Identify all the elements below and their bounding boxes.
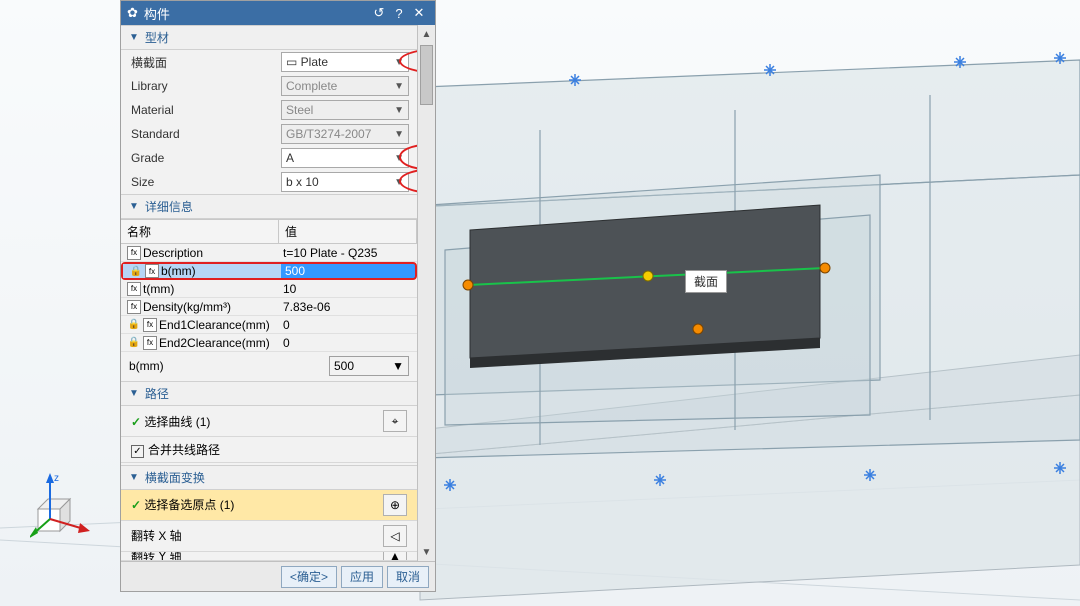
combo-standard: GB/T3274-2007▼ (281, 124, 409, 144)
footer-value-combo[interactable]: 500▼ (329, 356, 409, 376)
combo-library: Complete▼ (281, 76, 409, 96)
merge-collinear-row[interactable]: ✓合并共线路径 (121, 437, 417, 463)
combo-material: Steel▼ (281, 100, 409, 120)
chevron-down-icon: ▼ (129, 201, 139, 212)
svg-text:z: z (54, 473, 59, 484)
section-xform-header[interactable]: ▼ 横截面变换 (121, 465, 417, 490)
panel-scrollbar[interactable]: ▲ ▼ (417, 25, 435, 561)
panel-titlebar[interactable]: ✿ 构件 ↺ ? ✕ (121, 1, 435, 25)
label-material: Material (131, 103, 281, 117)
ok-button[interactable]: < 确定 > (281, 566, 337, 588)
table-row-selected[interactable]: 🔒fxb(mm) (121, 262, 417, 280)
apply-button[interactable]: 应用 (341, 566, 383, 588)
axis-triad[interactable]: z (30, 471, 100, 541)
chevron-down-icon: ▼ (129, 32, 139, 43)
grid-header-name: 名称 (121, 220, 279, 243)
select-origin-row[interactable]: ✓ 选择备选原点 (1) ⊕ (121, 490, 417, 521)
calc-icon: fx (143, 336, 157, 350)
combo-grade[interactable]: A▼ (281, 148, 409, 168)
b-input[interactable] (285, 264, 410, 278)
check-icon: ✓ (131, 498, 141, 512)
calc-icon: fx (145, 264, 159, 278)
sketch-icon[interactable]: ⌖ (383, 410, 407, 432)
label-library: Library (131, 79, 281, 93)
calc-icon: fx (127, 282, 141, 296)
label-cross-section: 横截面 (131, 54, 281, 71)
label-size: Size (131, 175, 281, 189)
flip-x-row[interactable]: 翻转 X 轴 ◁ (121, 521, 417, 552)
footer-label: b(mm) (129, 359, 164, 373)
scroll-thumb[interactable] (420, 45, 433, 105)
calc-icon: fx (143, 318, 157, 332)
table-row[interactable]: fxDescription t=10 Plate - Q235 (121, 244, 417, 262)
flip-y-row[interactable]: 翻转 Y 轴 ▲ (121, 552, 417, 561)
panel-footer: < 确定 > 应用 取消 (121, 561, 435, 591)
component-panel: ✿ 构件 ↺ ? ✕ ▼ 型材 横截面 ▭ Plate▼ Library (120, 0, 436, 592)
flip-x-icon[interactable]: ◁ (383, 525, 407, 547)
scroll-down-icon[interactable]: ▼ (418, 543, 435, 561)
panel-title: 构件 (144, 4, 170, 23)
section-profile-header[interactable]: ▼ 型材 (121, 25, 417, 50)
lock-icon: 🔒 (127, 336, 141, 350)
checkbox-icon[interactable]: ✓ (131, 445, 144, 458)
calc-icon: fx (127, 246, 141, 260)
select-curve-row[interactable]: ✓ 选择曲线 (1) ⌖ (121, 406, 417, 437)
calc-icon: fx (127, 300, 141, 314)
label-standard: Standard (131, 127, 281, 141)
lock-icon: 🔒 (127, 318, 141, 332)
chevron-down-icon: ▼ (129, 388, 139, 399)
origin-icon[interactable]: ⊕ (383, 494, 407, 516)
grid-header-value: 值 (279, 220, 417, 243)
section-path-header[interactable]: ▼ 路径 (121, 381, 417, 406)
undo-icon[interactable]: ↺ (369, 5, 389, 21)
combo-size[interactable]: b x 10▼ (281, 172, 409, 192)
table-row[interactable]: fxDensity(kg/mm³) 7.83e-06 (121, 298, 417, 316)
scroll-up-icon[interactable]: ▲ (418, 25, 435, 43)
lock-icon: 🔒 (129, 264, 143, 278)
check-icon: ✓ (131, 415, 141, 429)
flip-y-icon[interactable]: ▲ (383, 552, 407, 561)
hover-tooltip: 截面 (685, 270, 727, 293)
table-row[interactable]: fxt(mm) 10 (121, 280, 417, 298)
table-row[interactable]: 🔒fxEnd2Clearance(mm) 0 (121, 334, 417, 352)
close-icon[interactable]: ✕ (409, 5, 429, 21)
combo-cross-section[interactable]: ▭ Plate▼ (281, 52, 409, 72)
details-grid: 名称 值 fxDescription t=10 Plate - Q235 🔒fx… (121, 219, 417, 380)
cancel-button[interactable]: 取消 (387, 566, 429, 588)
label-grade: Grade (131, 151, 281, 165)
chevron-down-icon: ▼ (129, 472, 139, 483)
gear-icon: ✿ (127, 5, 138, 21)
section-details-header[interactable]: ▼ 详细信息 (121, 194, 417, 219)
help-icon[interactable]: ? (389, 6, 409, 21)
table-row[interactable]: 🔒fxEnd1Clearance(mm) 0 (121, 316, 417, 334)
